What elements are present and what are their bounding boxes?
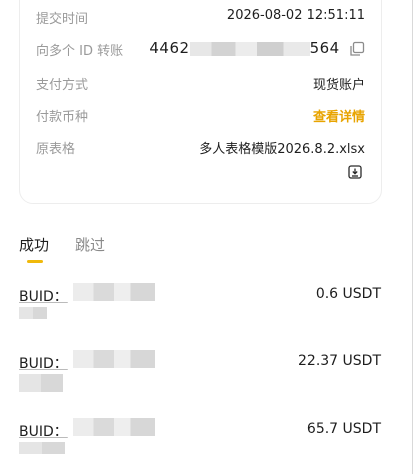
copy-icon[interactable] [349, 41, 365, 57]
active-tab-indicator [27, 260, 43, 263]
redacted-buid [73, 350, 155, 368]
currency-label: 付款币种 [36, 110, 89, 125]
buid-label: BUID： [19, 289, 68, 305]
redacted-buid-extra [19, 442, 65, 454]
transfer-details-card [19, 0, 382, 204]
list-item: BUID： 0.6 USDT [19, 283, 381, 330]
amount: 22.37 USDT [298, 353, 381, 369]
original-sheet-filename: 多人表格模版2026.8.2.xlsx [199, 142, 365, 157]
to-ids-suffix: 564 [309, 39, 340, 57]
list-item: BUID： 65.7 USDT [19, 418, 381, 465]
amount: 0.6 USDT [315, 286, 381, 302]
view-details-link[interactable]: 查看详情 [313, 106, 365, 125]
to-ids-label: 向多个 ID 转账 [36, 44, 124, 59]
redacted-buid [73, 283, 155, 301]
window-edge [412, 0, 413, 474]
download-icon[interactable] [348, 165, 362, 179]
payment-method-value: 现货账户 [312, 78, 365, 93]
list-item: BUID： 22.37 USDT [19, 350, 381, 397]
buid-label: BUID： [19, 356, 68, 372]
to-ids-value: 4462 564 [149, 39, 365, 57]
submit-time-label: 提交时间 [36, 12, 89, 27]
buid-label: BUID： [19, 424, 68, 440]
submit-time-value: 2026-08-02 12:51:11 [226, 8, 365, 23]
tab-success[interactable]: 成功 [19, 234, 49, 255]
to-ids-prefix: 4462 [149, 39, 190, 57]
redacted-buid-extra [19, 307, 47, 319]
redacted-buid [73, 418, 155, 436]
tab-skipped[interactable]: 跳过 [75, 234, 105, 255]
redacted-id [189, 41, 310, 56]
original-sheet-label: 原表格 [36, 142, 76, 157]
payment-method-label: 支付方式 [36, 78, 89, 93]
redacted-buid-extra [19, 374, 63, 392]
amount: 65.7 USDT [306, 421, 381, 437]
